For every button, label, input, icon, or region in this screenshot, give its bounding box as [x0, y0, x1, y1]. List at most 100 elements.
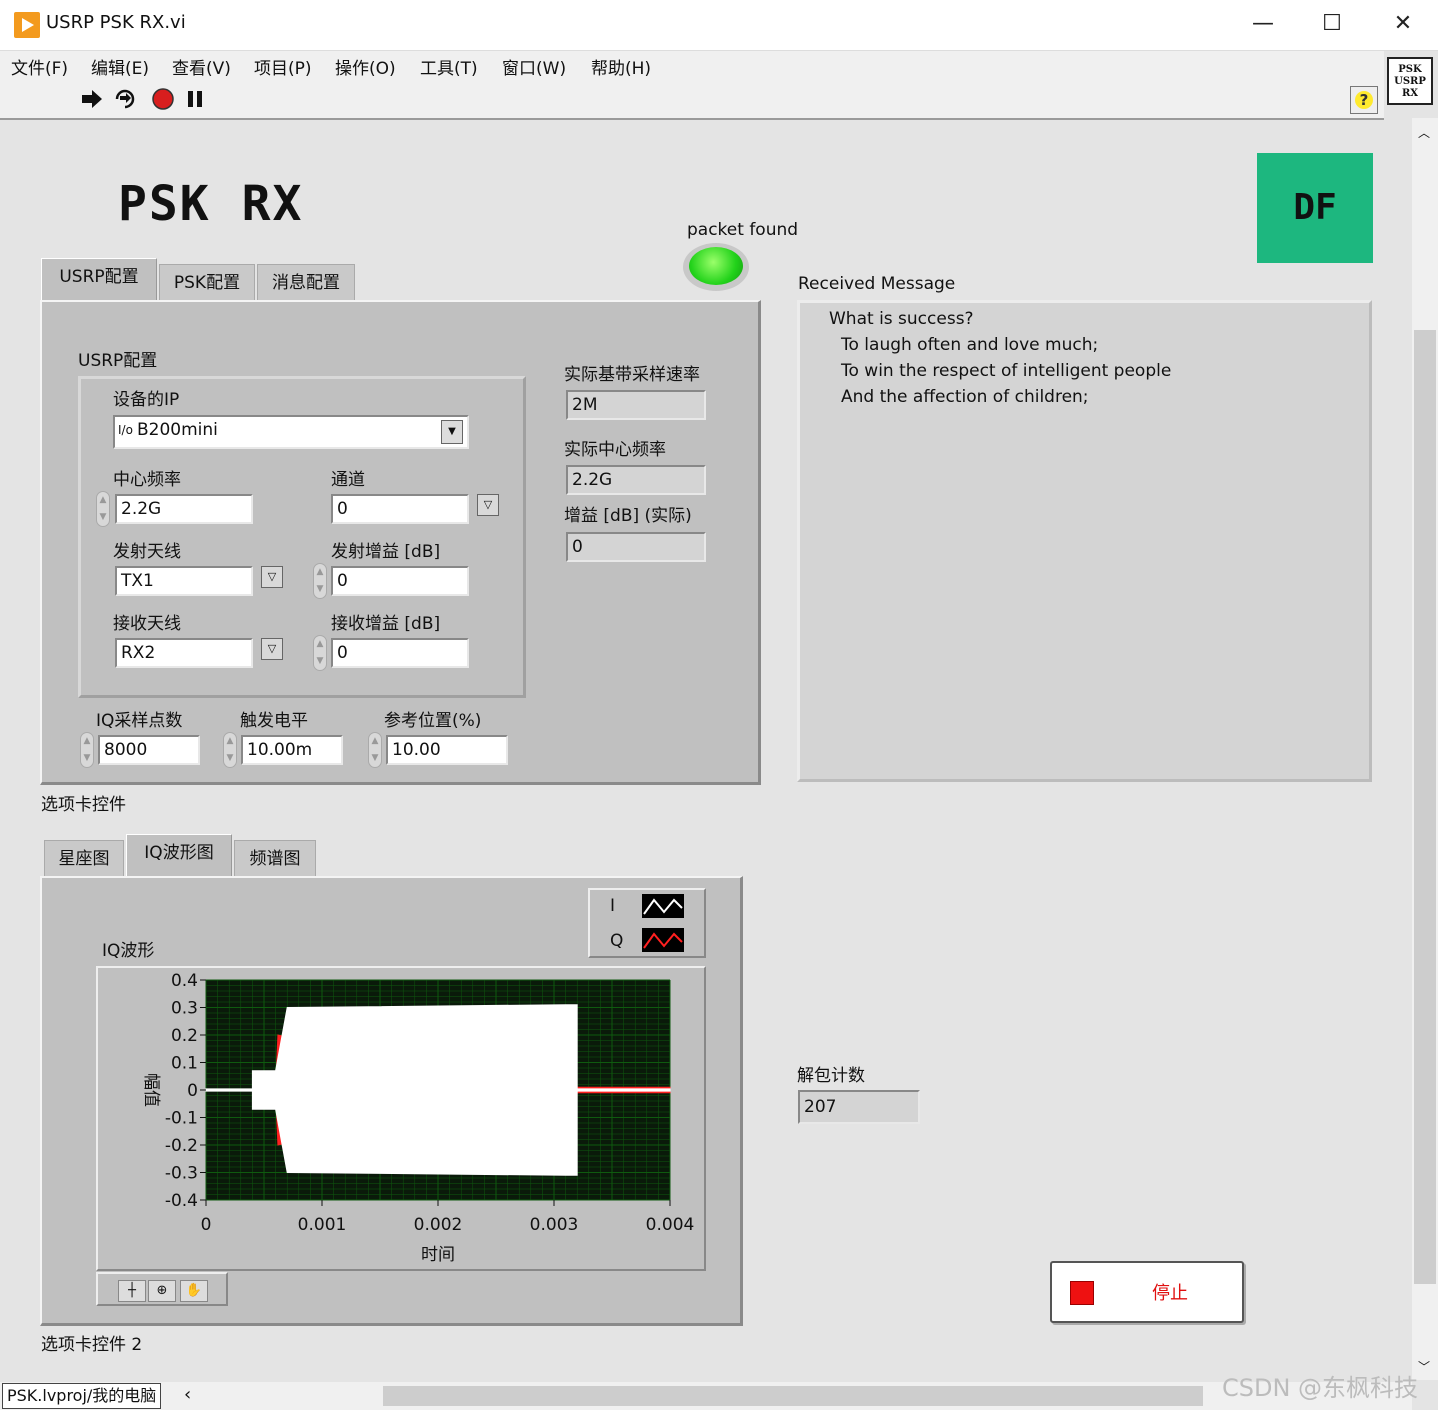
menu-tools[interactable]: 工具(T) [420, 54, 478, 79]
tx-antenna-field[interactable]: TX1 [115, 566, 253, 596]
run-arrow-icon[interactable] [80, 87, 104, 111]
ref-position-input[interactable]: 10.00 [386, 735, 508, 765]
tx-gain-increment-icon[interactable]: ▲ ▼ [313, 563, 327, 599]
trigger-level-input[interactable]: 10.00m [241, 735, 343, 765]
y-tick-label: -0.3 [165, 1164, 198, 1184]
y-tick-label: 0.3 [171, 999, 198, 1019]
ref-position-label: 参考位置(%) [384, 711, 482, 731]
labview-vi-icon [14, 12, 40, 38]
run-continuously-icon[interactable] [113, 87, 137, 111]
y-tick-label: -0.1 [165, 1109, 198, 1129]
tx-antenna-dropdown-icon[interactable]: ▽ [261, 566, 283, 588]
io-name-icon: I/o [118, 423, 133, 437]
legend-series-q-name: Q [610, 931, 624, 951]
tab-iq-waveform[interactable]: IQ波形图 [126, 834, 232, 878]
stop-button[interactable]: 停止 [1050, 1261, 1244, 1323]
center-freq-input[interactable]: 2.2G [115, 494, 253, 524]
rx-antenna-field[interactable]: RX2 [115, 638, 253, 668]
y-tick-label: 0 [187, 1081, 198, 1101]
close-button[interactable]: ✕ [1376, 4, 1430, 44]
tx-gain-label: 发射增益 [dB] [331, 542, 441, 562]
tab-control-2-tabs: 星座图 IQ波形图 频谱图 [44, 834, 744, 878]
channel-label: 通道 [331, 470, 365, 490]
horizontal-scrollbar[interactable]: ‹ [0, 1382, 1412, 1410]
abort-stop-icon[interactable] [151, 87, 175, 111]
channel-input[interactable]: 0 [331, 494, 469, 524]
legend-series-q-swatch [642, 928, 684, 952]
pause-icon[interactable] [183, 87, 207, 111]
actual-freq-label: 实际中心频率 [564, 440, 666, 460]
tab-usrp-config[interactable]: USRP配置 [41, 258, 157, 302]
help-question-icon: ? [1355, 91, 1373, 109]
stop-label: 停止 [1152, 1283, 1188, 1304]
y-tick-label: 0.4 [171, 971, 198, 991]
tab-control-1-caption: 选项卡控件 [41, 795, 126, 815]
tab-constellation[interactable]: 星座图 [44, 840, 124, 878]
rx-gain-increment-icon[interactable]: ▲ ▼ [313, 635, 327, 671]
vi-connector-icon: PSK USRP RX [1387, 57, 1433, 105]
menu-view[interactable]: 查看(V) [172, 54, 231, 79]
scroll-down-icon[interactable]: ﹀ [1418, 1358, 1430, 1375]
minimize-button[interactable]: — [1236, 4, 1290, 44]
rx-antenna-dropdown-icon[interactable]: ▽ [261, 638, 283, 660]
stop-square-icon [1070, 1281, 1094, 1305]
x-tick-label: 0.003 [530, 1215, 579, 1235]
ref-position-increment-icon[interactable]: ▲ ▼ [368, 732, 382, 768]
message-line: To win the respect of intelligent people [841, 361, 1172, 381]
iq-samples-label: IQ采样点数 [96, 711, 183, 731]
tab-control-1-tabs: USRP配置 PSK配置 消息配置 [41, 258, 761, 302]
packet-count-label: 解包计数 [797, 1066, 865, 1086]
actual-rate-indicator: 2M [566, 390, 706, 420]
panel-title: PSK RX [118, 176, 304, 232]
scroll-up-icon[interactable]: ︿ [1418, 124, 1430, 141]
horizontal-scroll-thumb[interactable] [383, 1386, 1203, 1406]
received-message-label: Received Message [798, 274, 956, 294]
center-freq-label: 中心频率 [113, 470, 181, 490]
menu-operate[interactable]: 操作(O) [335, 54, 396, 79]
menu-window[interactable]: 窗口(W) [502, 54, 566, 79]
conn-icon-line2: USRP [1394, 76, 1426, 87]
vertical-scroll-thumb[interactable] [1414, 330, 1436, 1284]
tab-message-config[interactable]: 消息配置 [257, 264, 355, 302]
device-ip-dropdown-icon[interactable]: ▼ [441, 420, 463, 444]
y-axis-label: 幅值 [141, 1073, 161, 1107]
iq-samples-input[interactable]: 8000 [98, 735, 200, 765]
x-tick-label: 0.001 [298, 1215, 347, 1235]
message-line: What is success? [829, 309, 974, 329]
toolbar: ? [0, 81, 1384, 120]
tab-spectrum[interactable]: 频谱图 [234, 840, 316, 878]
cursor-crosshair-icon[interactable]: ┼ [118, 1280, 146, 1302]
maximize-button[interactable]: ☐ [1305, 4, 1359, 44]
tab-psk-config[interactable]: PSK配置 [159, 264, 255, 302]
window-title: USRP PSK RX.vi [46, 12, 186, 33]
device-ip-field[interactable]: I/o B200mini ▼ [113, 415, 469, 449]
actual-freq-indicator: 2.2G [566, 465, 706, 495]
tx-gain-input[interactable]: 0 [331, 566, 469, 596]
conn-icon-line3: RX [1401, 88, 1419, 99]
y-tick-label: 0.2 [171, 1026, 198, 1046]
message-line: And the affection of children; [841, 387, 1089, 407]
trigger-level-increment-icon[interactable]: ▲ ▼ [223, 732, 237, 768]
tab-control-2-caption: 选项卡控件 2 [41, 1335, 143, 1355]
vertical-scrollbar[interactable]: ︿ ﹀ [1412, 118, 1438, 1380]
center-freq-increment-icon[interactable]: ▲ ▼ [96, 491, 110, 527]
menu-edit[interactable]: 编辑(E) [91, 54, 149, 79]
device-ip-value: B200mini [137, 420, 218, 440]
device-ip-label: 设备的IP [113, 390, 180, 410]
menu-help[interactable]: 帮助(H) [591, 54, 651, 79]
iq-waveform-graph[interactable]: 0.40.30.20.10-0.1-0.2-0.3-0.40 0.001 0.002… [96, 966, 706, 1271]
pan-hand-icon[interactable]: ✋ [180, 1280, 208, 1302]
scroll-left-icon[interactable]: ‹ [184, 1384, 191, 1405]
plot-legend[interactable]: I Q [588, 888, 706, 958]
menu-file[interactable]: 文件(F) [11, 54, 68, 79]
iq-samples-increment-icon[interactable]: ▲ ▼ [80, 732, 94, 768]
rx-gain-input[interactable]: 0 [331, 638, 469, 668]
channel-dropdown-icon[interactable]: ▽ [477, 494, 499, 516]
actual-rate-label: 实际基带采样速率 [564, 365, 700, 385]
menu-project[interactable]: 项目(P) [254, 54, 312, 79]
project-context[interactable]: PSK.lvproj/我的电脑 [2, 1383, 162, 1409]
context-help-button[interactable]: ? [1350, 86, 1378, 114]
zoom-icon[interactable]: ⊕ [148, 1280, 176, 1302]
y-tick-label: -0.4 [165, 1191, 198, 1211]
graph-title: IQ波形 [102, 941, 155, 961]
